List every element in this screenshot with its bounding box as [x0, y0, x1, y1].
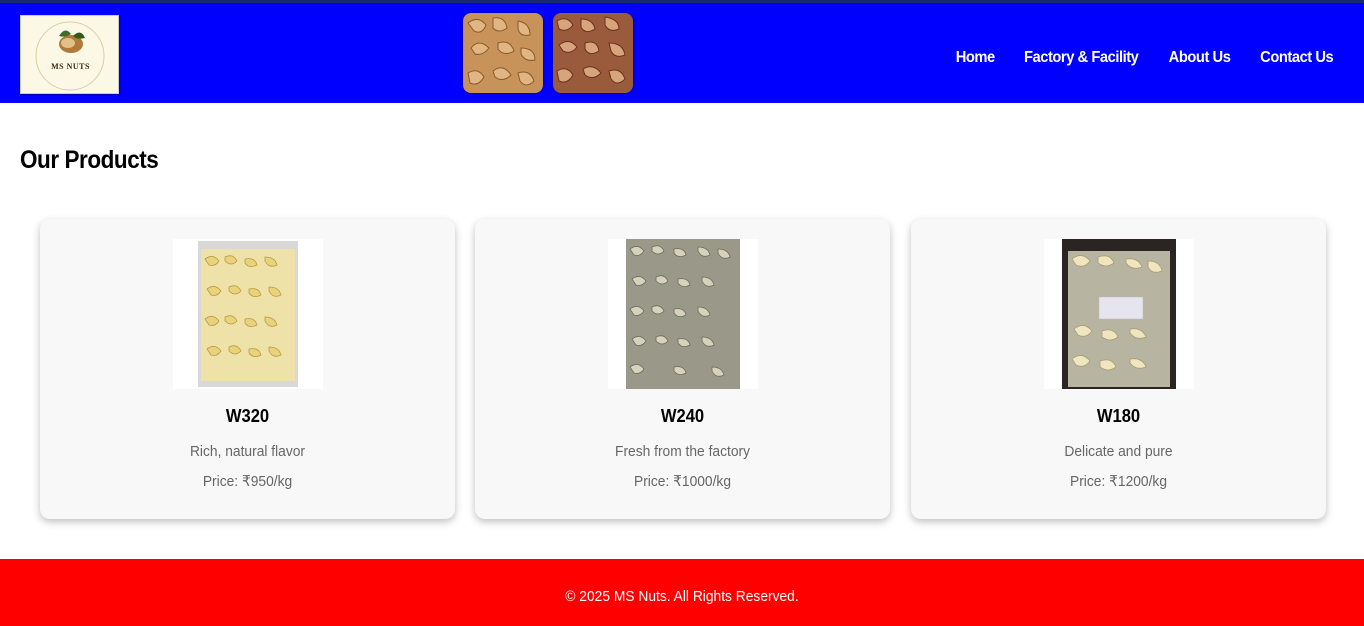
- product-description: Fresh from the factory: [615, 443, 750, 460]
- cashew-logo-icon: [35, 21, 105, 91]
- product-description: Delicate and pure: [1064, 443, 1173, 460]
- nav-contact-us[interactable]: Contact Us: [1260, 49, 1334, 67]
- main-nav: Home Factory & Facility About Us Contact…: [931, 49, 1336, 67]
- product-card[interactable]: W320 Rich, natural flavor Price: ₹950/kg: [40, 219, 455, 519]
- logo-text: MS NUTS: [51, 62, 90, 71]
- nav-factory-facility[interactable]: Factory & Facility: [1024, 49, 1139, 67]
- product-name: W240: [660, 406, 705, 426]
- product-image-w240: [608, 239, 758, 389]
- product-card[interactable]: W180 Delicate and pure Price: ₹1200/kg: [911, 219, 1326, 519]
- products-heading: Our Products: [20, 146, 159, 174]
- product-image-w320: [173, 239, 323, 389]
- product-description: Rich, natural flavor: [189, 443, 306, 460]
- nav-home[interactable]: Home: [955, 49, 995, 67]
- site-footer: © 2025 MS Nuts. All Rights Reserved.: [0, 559, 1364, 626]
- product-price: Price: ₹1000/kg: [633, 473, 732, 490]
- product-name: W180: [1096, 406, 1141, 426]
- product-name: W320: [225, 406, 270, 426]
- cashew-thumbnail-2: [553, 13, 633, 93]
- product-card[interactable]: W240 Fresh from the factory Price: ₹1000…: [475, 219, 890, 519]
- nav-about-us[interactable]: About Us: [1169, 49, 1231, 67]
- site-header: MS NUTS Home Factory & Facility About Us…: [0, 0, 1364, 103]
- product-image-w180: [1044, 239, 1194, 389]
- product-price: Price: ₹1200/kg: [1069, 473, 1168, 490]
- product-price: Price: ₹950/kg: [202, 473, 293, 490]
- brand-logo[interactable]: MS NUTS: [20, 15, 119, 94]
- cashew-thumbnail-1: [463, 13, 543, 93]
- copyright-text: © 2025 MS Nuts. All Rights Reserved.: [565, 588, 799, 605]
